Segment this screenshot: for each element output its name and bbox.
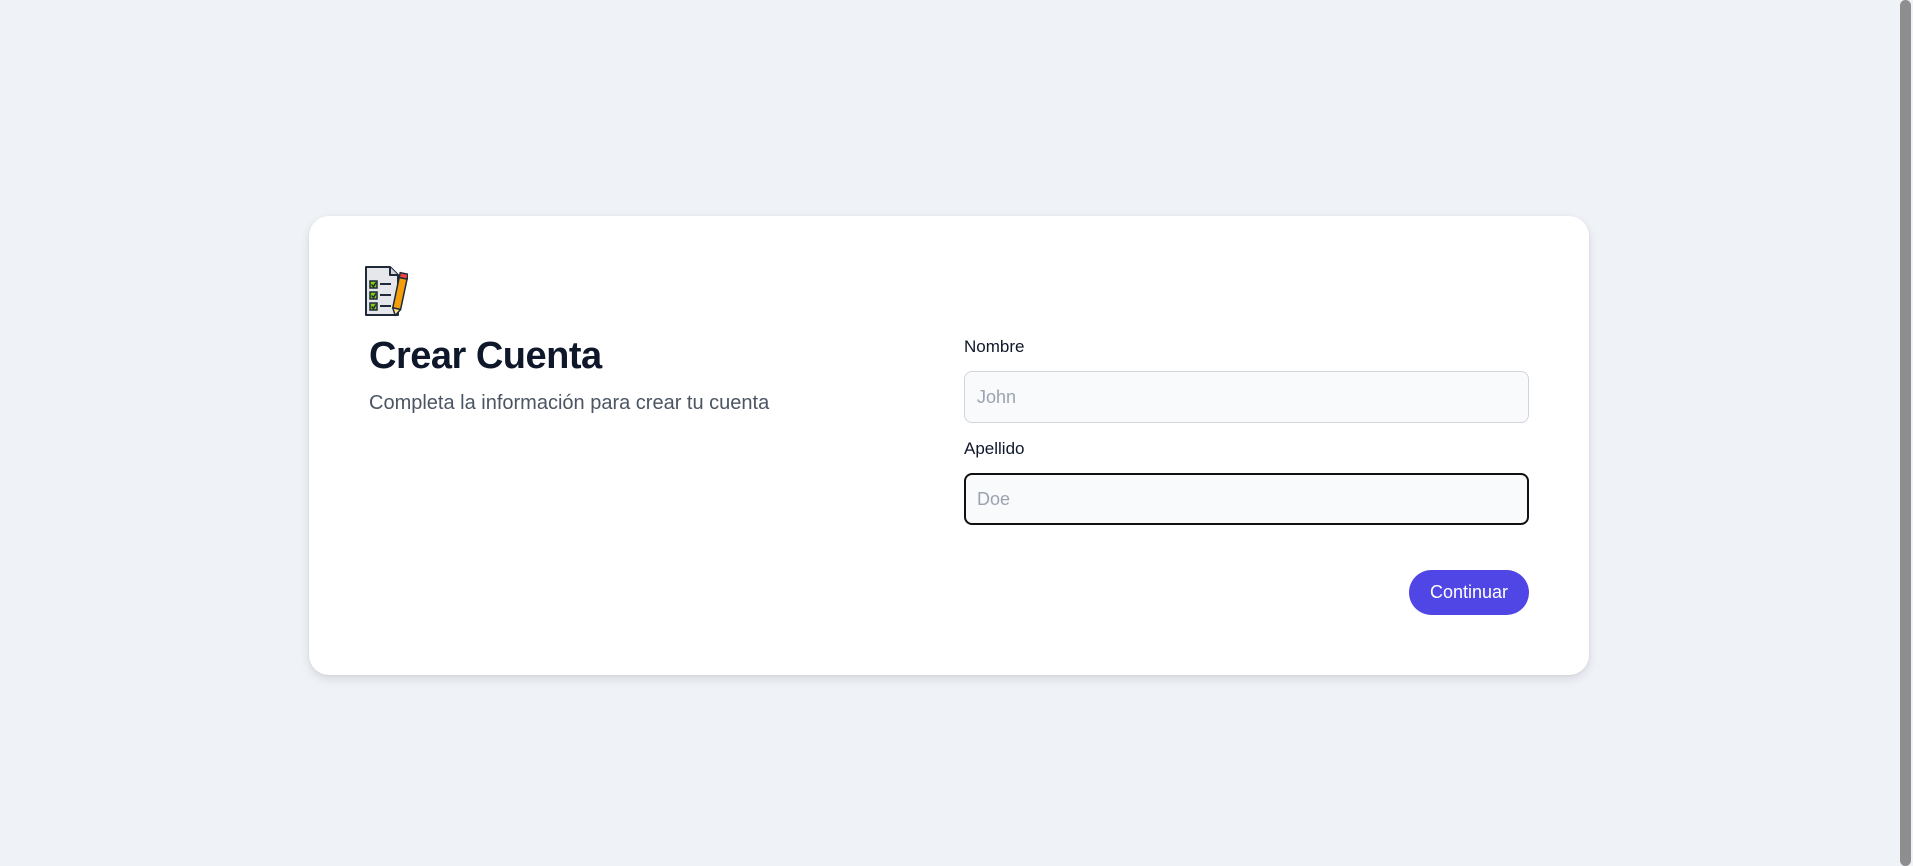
first-name-input[interactable] [964,371,1529,423]
checklist-pencil-icon [365,266,408,317]
page: Crear Cuenta Completa la información par… [0,0,1913,866]
signup-card: Crear Cuenta Completa la información par… [309,216,1589,675]
page-title: Crear Cuenta [369,335,602,377]
page-scrollbar[interactable] [1897,0,1913,866]
last-name-input[interactable] [964,473,1529,525]
page-subtitle: Completa la información para crear tu cu… [369,392,770,414]
first-name-label: Nombre [964,337,1025,356]
scrollbar-thumb[interactable] [1900,0,1911,866]
continue-button[interactable]: Continuar [1409,570,1529,615]
last-name-label: Apellido [964,439,1025,458]
